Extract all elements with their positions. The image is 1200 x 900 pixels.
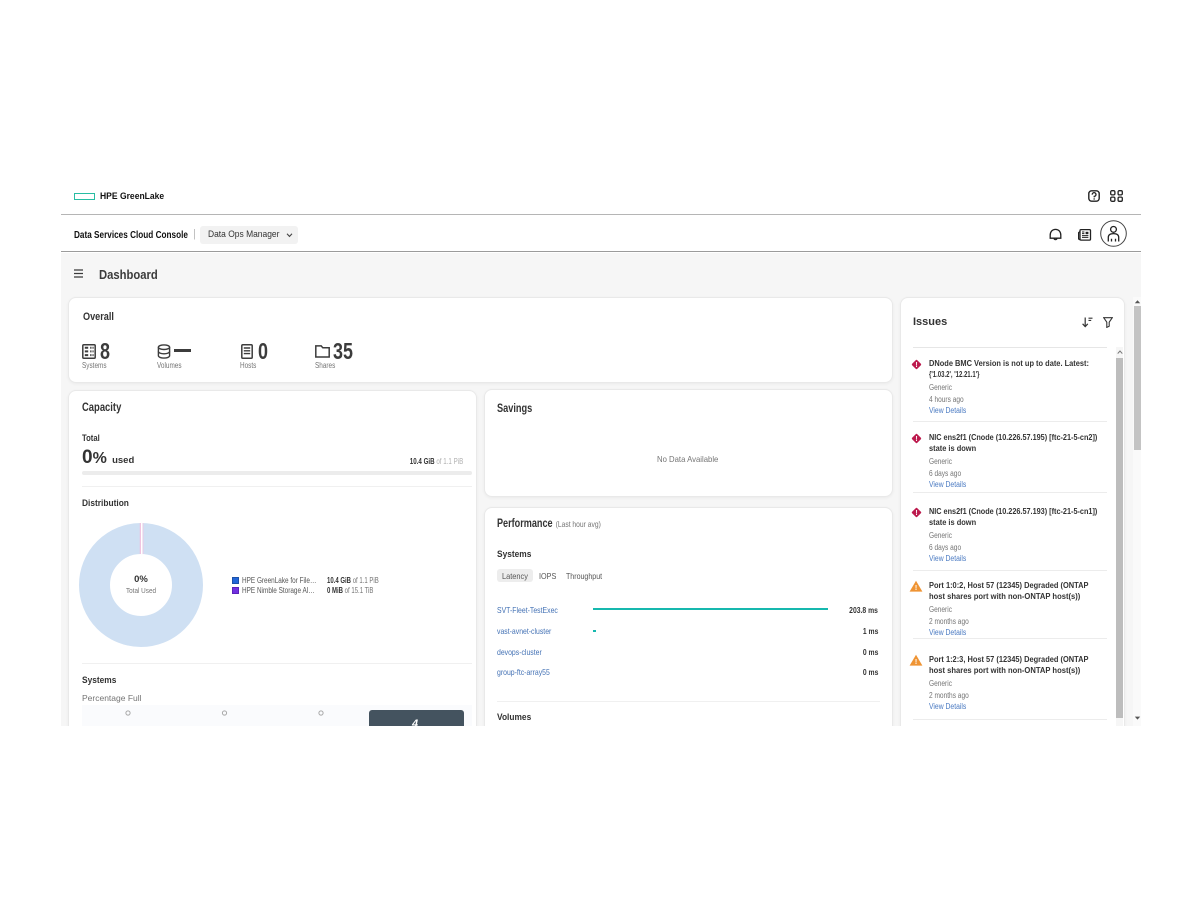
svg-text:!: !: [915, 436, 917, 443]
svg-text:!: !: [915, 510, 917, 517]
svg-text:!: !: [915, 659, 917, 666]
svg-text:!: !: [915, 362, 917, 369]
svg-text:!: !: [915, 585, 917, 592]
